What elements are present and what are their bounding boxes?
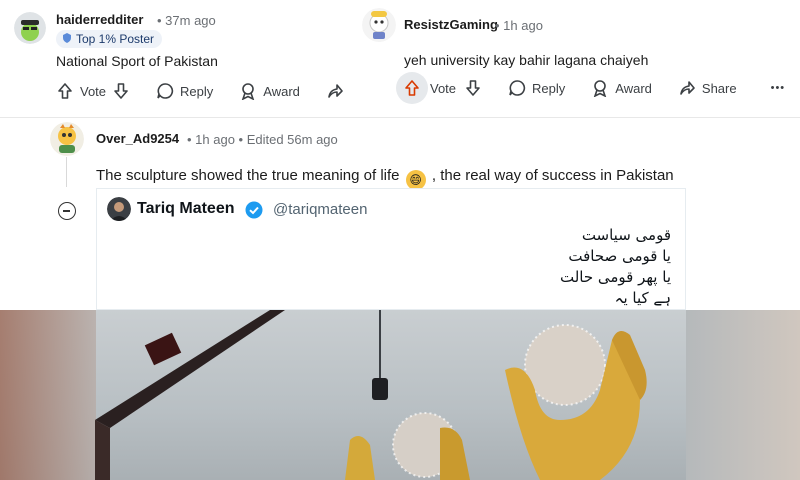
comment-timestamp: • 37m ago xyxy=(157,13,216,28)
vote-label: Vote xyxy=(80,83,107,99)
verified-badge-icon xyxy=(245,201,263,219)
comment-icon xyxy=(157,83,174,99)
tweet-line: قومی سیاست xyxy=(581,226,671,244)
reply-button[interactable]: Reply xyxy=(508,75,565,101)
comment-resistzgaming: ResistzGaming • 1h ago yeh university ka… xyxy=(352,0,800,112)
comment-timestamp: • 1h ago xyxy=(495,18,543,33)
tweet-line: ہے کیا یہ xyxy=(614,289,671,307)
timestamp-text: 1h ago • Edited 56m ago xyxy=(195,132,338,147)
comment-username[interactable]: Over_Ad9254 xyxy=(96,131,179,146)
shield-icon xyxy=(63,33,71,43)
tweet-line: یا قومی صحافت xyxy=(568,247,671,265)
tweet-author-name[interactable]: Tariq Mateen xyxy=(137,200,235,218)
award-label: Award xyxy=(263,83,300,99)
comment-body-tail: , the real way of success in Pakistan xyxy=(431,167,674,184)
share-icon xyxy=(680,81,695,95)
comment-body: yeh university kay bahir lagana chaiyeh xyxy=(404,52,649,68)
sculpture-photo xyxy=(0,310,800,480)
sculpture-illustration xyxy=(95,310,647,480)
grin-emoji-icon: 😄 xyxy=(405,170,426,190)
user-avatar[interactable] xyxy=(50,122,84,156)
award-label: Award xyxy=(615,80,652,96)
vote-label: Vote xyxy=(430,80,457,96)
upvote-icon xyxy=(58,83,72,99)
user-avatar[interactable] xyxy=(14,12,46,44)
upvote-button[interactable]: Vote xyxy=(56,78,130,104)
award-icon xyxy=(594,80,607,97)
comment-actions: Vote Reply Award xyxy=(56,78,370,104)
award-button[interactable]: Award xyxy=(591,75,652,101)
timestamp-text: 37m ago xyxy=(165,13,216,28)
downvote-icon[interactable] xyxy=(464,79,482,97)
comment-body: The sculpture showed the true meaning of… xyxy=(96,167,674,190)
more-options-button[interactable]: ••• xyxy=(771,75,786,101)
user-flair-badge: Top 1% Poster xyxy=(56,30,163,48)
tweet-avatar[interactable] xyxy=(107,197,131,221)
tweet-text: قومی سیاست یا قومی صحافت یا پھر قومی حال… xyxy=(560,225,671,309)
comment-timestamp: • 1h ago • Edited 56m ago xyxy=(187,132,338,147)
tweet-handle[interactable]: @tariqmateen xyxy=(273,201,367,218)
embedded-tweet: Tariq Mateen @tariqmateen قومی سیاست یا … xyxy=(96,188,686,310)
upvote-icon xyxy=(405,80,419,96)
user-avatar[interactable] xyxy=(362,8,396,42)
timestamp-text: 1h ago xyxy=(503,18,543,33)
reply-label: Reply xyxy=(532,80,566,96)
collapse-thread-button[interactable] xyxy=(58,202,76,220)
comment-username[interactable]: haiderredditer xyxy=(56,12,143,27)
share-label: Share xyxy=(701,80,737,96)
reply-label: Reply xyxy=(180,83,214,99)
thread-line xyxy=(66,157,67,187)
tweet-line: یا پھر قومی حالت xyxy=(559,268,671,286)
flair-text: Top 1% Poster xyxy=(76,32,155,46)
comment-body-text: The sculpture showed the true meaning of… xyxy=(96,167,400,184)
upvote-button[interactable]: Vote xyxy=(396,72,482,104)
comment-body: National Sport of Pakistan xyxy=(56,53,218,69)
share-icon xyxy=(328,84,343,98)
reply-button[interactable]: Reply xyxy=(156,78,213,104)
comment-haiderredditer: haiderredditer • 37m ago Top 1% Poster N… xyxy=(0,0,380,112)
more-options-icon: ••• xyxy=(770,82,786,94)
comment-icon xyxy=(509,80,526,96)
share-button[interactable]: Share xyxy=(678,75,737,101)
share-button[interactable] xyxy=(326,78,344,104)
upvote-hover-bg xyxy=(396,72,428,104)
comment-username[interactable]: ResistzGaming xyxy=(404,17,498,32)
award-button[interactable]: Award xyxy=(239,78,300,104)
comment-actions: Vote Reply Award Share ••• xyxy=(396,72,800,104)
award-icon xyxy=(242,83,255,100)
downvote-icon[interactable] xyxy=(112,82,130,100)
